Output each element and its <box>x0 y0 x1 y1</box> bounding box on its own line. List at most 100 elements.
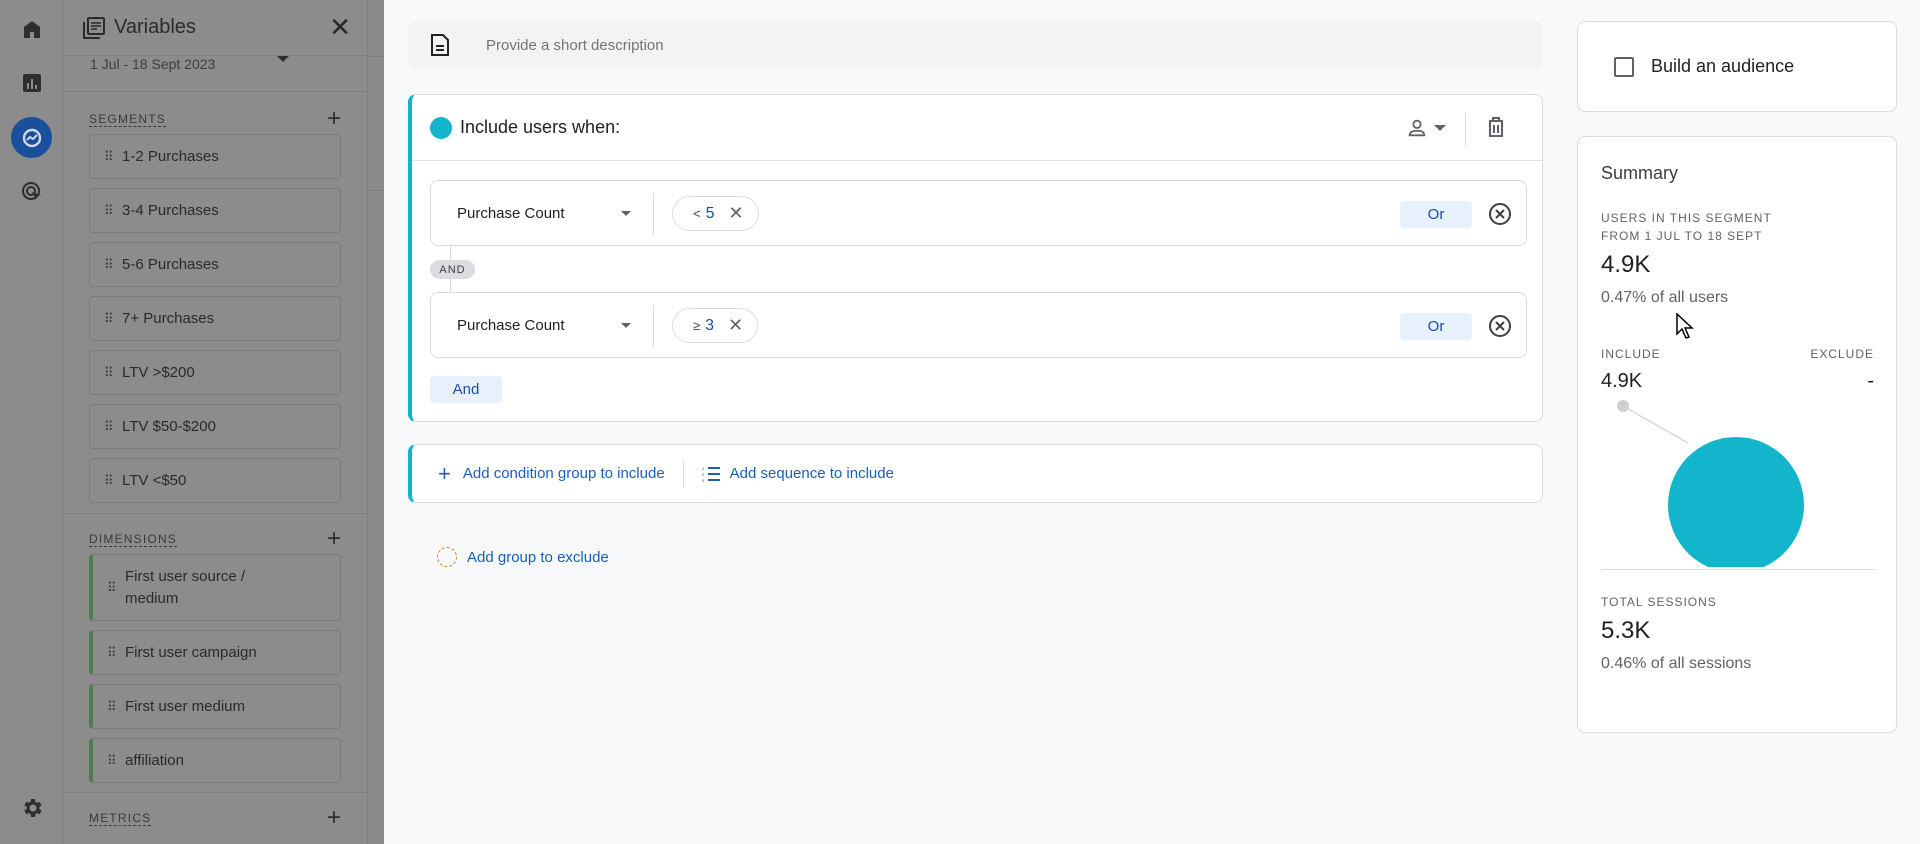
drag-handle-icon[interactable]: ⠿ <box>104 366 114 379</box>
dimensions-section: DIMENSIONS + ⠿ First user source / medium… <box>63 514 367 783</box>
mouse-cursor-icon <box>1676 313 1694 339</box>
drag-handle-icon[interactable]: ⠿ <box>104 150 114 163</box>
explore-icon[interactable] <box>11 117 52 158</box>
remove-value-icon[interactable]: ✕ <box>728 315 743 336</box>
dashed-circle-icon <box>437 547 457 567</box>
drag-handle-icon[interactable]: ⠿ <box>107 646 117 659</box>
build-audience-label: Build an audience <box>1651 56 1795 76</box>
condition-row: Purchase Count ≥ 3 ✕ Or <box>430 292 1527 358</box>
drag-handle-icon[interactable]: ⠿ <box>107 700 117 713</box>
condition-value-chip[interactable]: ≥ 3 ✕ <box>672 308 759 343</box>
svg-text:1: 1 <box>702 466 705 471</box>
sessions-percentage: 0.46% of all sessions <box>1601 655 1752 672</box>
bar-chart-icon[interactable] <box>14 65 50 101</box>
add-condition-group-button[interactable]: + Add condition group to include <box>412 461 665 487</box>
nav-rail <box>0 0 63 844</box>
pie-leader-dot <box>1617 400 1629 412</box>
add-sequence-button[interactable]: 123 Add sequence to include <box>702 465 894 482</box>
segment-pie-chart <box>1617 400 1804 567</box>
and-button[interactable]: And <box>430 376 502 403</box>
target-cursor-icon[interactable] <box>14 174 50 210</box>
gear-icon[interactable] <box>14 790 50 826</box>
scope-selector[interactable] <box>1406 117 1446 139</box>
segment-chip[interactable]: ⠿ 7+ Purchases <box>89 296 341 341</box>
dimmed-overlay: Variables ✕ 1 Jul - 18 Sept 2023 SEGMENT… <box>0 0 384 844</box>
close-icon[interactable]: ✕ <box>329 12 351 43</box>
svg-text:3: 3 <box>702 478 705 482</box>
segment-chip[interactable]: ⠿ LTV >$200 <box>89 350 341 395</box>
numbered-list-icon: 123 <box>702 466 720 482</box>
segment-chip[interactable]: ⠿ LTV <$50 <box>89 458 341 503</box>
dimension-chip[interactable]: ⠿ First user campaign <box>89 630 341 675</box>
add-dimension-button[interactable]: + <box>327 527 341 551</box>
chip-label: 7+ Purchases <box>122 310 215 327</box>
description-field[interactable] <box>408 21 1543 69</box>
remove-condition-icon[interactable] <box>1488 314 1512 338</box>
delete-icon[interactable] <box>1486 116 1506 138</box>
chip-label: 3-4 Purchases <box>122 202 219 219</box>
pie-leader-line <box>1622 405 1689 444</box>
chevron-down-icon <box>1434 125 1446 131</box>
description-input[interactable] <box>486 36 1386 54</box>
chip-label: First user campaign <box>125 644 257 661</box>
date-range: 1 Jul - 18 Sept 2023 <box>90 56 216 72</box>
metrics-title: METRICS <box>89 810 152 826</box>
chevron-down-icon[interactable] <box>621 323 631 328</box>
segment-chip[interactable]: ⠿ 1-2 Purchases <box>89 134 341 179</box>
chip-label: LTV $50-$200 <box>122 418 216 435</box>
dimension-chip[interactable]: ⠿ affiliation <box>89 738 341 783</box>
segment-chip[interactable]: ⠿ LTV $50-$200 <box>89 404 341 449</box>
operator: ≥ <box>693 318 701 333</box>
chevron-down-icon[interactable] <box>621 211 631 216</box>
condition-value-chip[interactable]: < 5 ✕ <box>672 196 759 231</box>
remove-value-icon[interactable]: ✕ <box>729 203 744 224</box>
segment-chip[interactable]: ⠿ 3-4 Purchases <box>89 188 341 233</box>
dimension-chip[interactable]: ⠿ First user medium <box>89 684 341 729</box>
drag-handle-icon[interactable]: ⠿ <box>104 312 114 325</box>
add-metric-button[interactable]: + <box>327 806 341 830</box>
users-value: 4.9K <box>1601 251 1651 278</box>
drag-handle-icon[interactable]: ⠿ <box>104 258 114 271</box>
home-icon[interactable] <box>14 11 50 47</box>
chip-label: affiliation <box>125 752 184 769</box>
plus-icon: + <box>438 460 451 486</box>
dimension-selector[interactable]: Purchase Count <box>457 293 565 357</box>
value: 3 <box>705 316 715 334</box>
users-caption: USERS IN THIS SEGMENT FROM 1 JUL TO 18 S… <box>1601 211 1772 243</box>
chip-label: LTV <$50 <box>122 472 187 489</box>
include-indicator-dot <box>430 116 452 139</box>
chip-label: First user source / medium <box>125 567 246 607</box>
variables-icon <box>83 16 105 39</box>
segments-section: SEGMENTS + ⠿ 1-2 Purchases ⠿ 3-4 Purchases ⠿… <box>63 92 367 503</box>
sessions-value: 5.3K <box>1601 617 1651 644</box>
add-exclude-group-button[interactable]: Add group to exclude <box>437 547 609 567</box>
drag-handle-icon[interactable]: ⠿ <box>107 754 117 767</box>
date-range-selector[interactable]: 1 Jul - 18 Sept 2023 <box>63 56 367 92</box>
exclude-label: EXCLUDE <box>1810 347 1874 361</box>
remove-condition-icon[interactable] <box>1488 202 1512 226</box>
drag-handle-icon[interactable]: ⠿ <box>104 204 114 217</box>
variables-title: Variables <box>114 16 196 38</box>
drag-handle-icon[interactable]: ⠿ <box>107 581 117 594</box>
or-button[interactable]: Or <box>1400 313 1472 340</box>
sessions-caption: TOTAL SESSIONS <box>1601 595 1717 609</box>
segment-chip[interactable]: ⠿ 5-6 Purchases <box>89 242 341 287</box>
chip-label: 1-2 Purchases <box>122 148 219 165</box>
variables-header: Variables ✕ <box>63 0 367 56</box>
include-label: INCLUDE <box>1601 347 1661 361</box>
svg-text:2: 2 <box>702 472 705 477</box>
build-audience-card: Build an audience <box>1577 21 1897 112</box>
add-segment-button[interactable]: + <box>327 107 341 131</box>
dimension-selector[interactable]: Purchase Count <box>457 181 565 245</box>
add-include-bar: + Add condition group to include 123 Add… <box>408 444 1543 503</box>
chevron-down-icon[interactable] <box>277 56 289 62</box>
or-button[interactable]: Or <box>1400 201 1472 228</box>
person-icon <box>1408 119 1426 137</box>
drag-handle-icon[interactable]: ⠿ <box>104 420 114 433</box>
segments-title: SEGMENTS <box>89 111 166 127</box>
dimension-chip[interactable]: ⠿ First user source / medium <box>89 554 341 621</box>
build-audience-checkbox[interactable] <box>1614 56 1634 77</box>
drag-handle-icon[interactable]: ⠿ <box>104 474 114 487</box>
chip-label: LTV >$200 <box>122 364 195 381</box>
include-condition-group: Include users when: Purchase Count < 5 ✕… <box>408 94 1543 422</box>
